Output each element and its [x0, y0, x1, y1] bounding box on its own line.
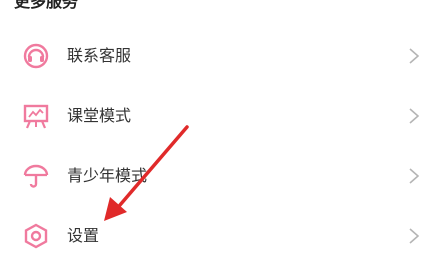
chevron-right-icon — [409, 48, 420, 64]
menu-item-teen-mode[interactable]: 青少年模式 — [0, 148, 435, 204]
menu-item-classroom-mode[interactable]: 课堂模式 — [0, 88, 435, 144]
menu-item-customer-service[interactable]: 联系客服 — [0, 28, 435, 84]
menu-item-label: 课堂模式 — [67, 106, 132, 125]
classroom-board-icon — [23, 104, 49, 129]
menu-item-label: 青少年模式 — [67, 166, 148, 185]
chevron-right-icon — [409, 168, 420, 184]
more-services-list: 联系客服 课堂模式 青少年模式 设置 — [0, 0, 435, 276]
umbrella-icon — [23, 164, 49, 188]
hexagon-settings-icon — [24, 223, 48, 249]
menu-item-label: 联系客服 — [67, 46, 132, 65]
chevron-right-icon — [409, 228, 420, 244]
menu-item-label: 设置 — [67, 226, 100, 245]
chevron-right-icon — [409, 108, 420, 124]
headset-icon — [23, 43, 49, 69]
menu-item-settings[interactable]: 设置 — [0, 208, 435, 264]
